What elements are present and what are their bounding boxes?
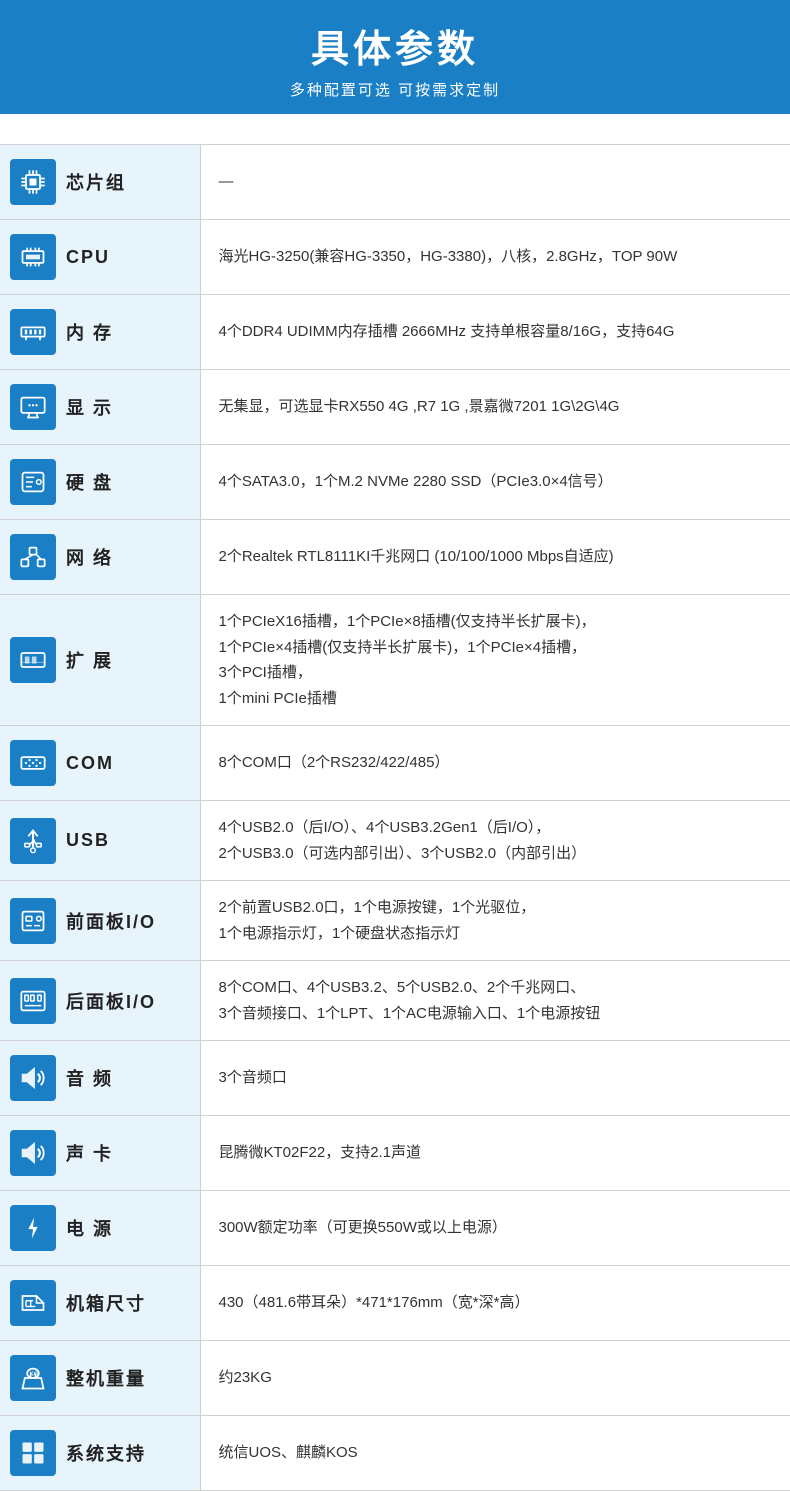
table-row: CPU 海光HG-3250(兼容HG-3350，HG-3380)，八核，2.8GH… <box>0 220 790 295</box>
table-row: 音 频 3个音频口 <box>0 1041 790 1116</box>
row-value-display: 无集显，可选显卡RX550 4G ,R7 1G ,景嘉微7201 1G\2G\4… <box>200 370 790 445</box>
row-label-weight: 整机重量 <box>66 1365 146 1391</box>
row-label-expansion: 扩 展 <box>66 647 113 673</box>
table-row: 硬 盘 4个SATA3.0，1个M.2 NVMe 2280 SSD（PCIe3.0… <box>0 445 790 520</box>
usb-icon <box>10 818 56 864</box>
weight-icon: KG <box>10 1355 56 1401</box>
table-row: COM 8个COM口（2个RS232/422/485） <box>0 726 790 801</box>
specs-table: 芯片组 — CPU 海光HG-3250(兼容HG-3350，HG-3380)，八核，… <box>0 144 790 1491</box>
table-row: 内 存 4个DDR4 UDIMM内存插槽 2666MHz 支持单根容量8/16G，… <box>0 295 790 370</box>
audio-icon <box>10 1055 56 1101</box>
cpu-icon <box>10 234 56 280</box>
row-value-expansion: 1个PCIeX16插槽，1个PCIe×8插槽(仅支持半长扩展卡)，1个PCIe×… <box>200 595 790 726</box>
table-row: 网 络 2个Realtek RTL8111KI千兆网口 (10/100/1000 … <box>0 520 790 595</box>
table-row: 芯片组 — <box>0 145 790 220</box>
power-icon <box>10 1205 56 1251</box>
row-value-front-io: 2个前置USB2.0口，1个电源按键，1个光驱位，1个电源指示灯，1个硬盘状态指… <box>200 881 790 961</box>
row-value-dimensions: 430（481.6带耳朵）*471*176mm（宽*深*高） <box>200 1266 790 1341</box>
expansion-icon <box>10 637 56 683</box>
row-label-chipset: 芯片组 <box>66 169 126 195</box>
memory-icon <box>10 309 56 355</box>
storage-icon <box>10 459 56 505</box>
row-value-com: 8个COM口（2个RS232/422/485） <box>200 726 790 801</box>
row-label-sound-card: 声 卡 <box>66 1140 113 1166</box>
table-row: 显 示 无集显，可选显卡RX550 4G ,R7 1G ,景嘉微7201 1G\2… <box>0 370 790 445</box>
page-subtitle: 多种配置可选 可按需求定制 <box>0 79 790 100</box>
row-label-dimensions: 机箱尺寸 <box>66 1290 146 1316</box>
display-icon <box>10 384 56 430</box>
rear-io-icon <box>10 978 56 1024</box>
row-label-front-io: 前面板I/O <box>66 908 156 934</box>
row-value-cpu: 海光HG-3250(兼容HG-3350，HG-3380)，八核，2.8GHz，T… <box>200 220 790 295</box>
row-label-os: 系统支持 <box>66 1440 146 1466</box>
row-value-network: 2个Realtek RTL8111KI千兆网口 (10/100/1000 Mbp… <box>200 520 790 595</box>
table-row: 后面板I/O 8个COM口、4个USB3.2、5个USB2.0、2个千兆网口、3个… <box>0 961 790 1041</box>
chipset-icon <box>10 159 56 205</box>
row-label-rear-io: 后面板I/O <box>66 988 156 1014</box>
row-value-os: 统信UOS、麒麟KOS <box>200 1416 790 1491</box>
row-label-display: 显 示 <box>66 394 113 420</box>
row-label-usb: USB <box>66 830 110 851</box>
table-row: 电 源 300W额定功率（可更换550W或以上电源） <box>0 1191 790 1266</box>
row-label-network: 网 络 <box>66 544 113 570</box>
row-label-com: COM <box>66 753 114 774</box>
row-value-weight: 约23KG <box>200 1341 790 1416</box>
row-label-memory: 内 存 <box>66 319 113 345</box>
os-icon <box>10 1430 56 1476</box>
table-row: KG 整机重量 约23KG <box>0 1341 790 1416</box>
row-value-rear-io: 8个COM口、4个USB3.2、5个USB2.0、2个千兆网口、3个音频接口、1… <box>200 961 790 1041</box>
row-value-sound-card: 昆腾微KT02F22，支持2.1声道 <box>200 1116 790 1191</box>
front-io-icon <box>10 898 56 944</box>
table-row: 系统支持 统信UOS、麒麟KOS <box>0 1416 790 1491</box>
com-icon <box>10 740 56 786</box>
row-value-usb: 4个USB2.0（后I/O）、4个USB3.2Gen1（后I/O），2个USB3… <box>200 801 790 881</box>
dimensions-icon <box>10 1280 56 1326</box>
table-row: USB 4个USB2.0（后I/O）、4个USB3.2Gen1（后I/O），2个U… <box>0 801 790 881</box>
row-value-chipset: — <box>200 145 790 220</box>
table-row: 声 卡 昆腾微KT02F22，支持2.1声道 <box>0 1116 790 1191</box>
sound-card-icon <box>10 1130 56 1176</box>
row-label-audio: 音 频 <box>66 1065 113 1091</box>
header: 具体参数 多种配置可选 可按需求定制 <box>0 0 790 114</box>
page-title: 具体参数 <box>0 18 790 73</box>
row-value-storage: 4个SATA3.0，1个M.2 NVMe 2280 SSD（PCIe3.0×4信… <box>200 445 790 520</box>
network-icon <box>10 534 56 580</box>
row-label-storage: 硬 盘 <box>66 469 113 495</box>
row-label-power: 电 源 <box>66 1215 113 1241</box>
row-value-memory: 4个DDR4 UDIMM内存插槽 2666MHz 支持单根容量8/16G，支持6… <box>200 295 790 370</box>
table-row: 前面板I/O 2个前置USB2.0口，1个电源按键，1个光驱位，1个电源指示灯，1… <box>0 881 790 961</box>
table-row: 机箱尺寸 430（481.6带耳朵）*471*176mm（宽*深*高） <box>0 1266 790 1341</box>
page-wrapper: 具体参数 多种配置可选 可按需求定制 芯片组 — CPU 海光HG-3250(兼容H… <box>0 0 790 1491</box>
row-value-audio: 3个音频口 <box>200 1041 790 1116</box>
table-row: 扩 展 1个PCIeX16插槽，1个PCIe×8插槽(仅支持半长扩展卡)，1个PC… <box>0 595 790 726</box>
row-label-cpu: CPU <box>66 247 110 268</box>
row-value-power: 300W额定功率（可更换550W或以上电源） <box>200 1191 790 1266</box>
